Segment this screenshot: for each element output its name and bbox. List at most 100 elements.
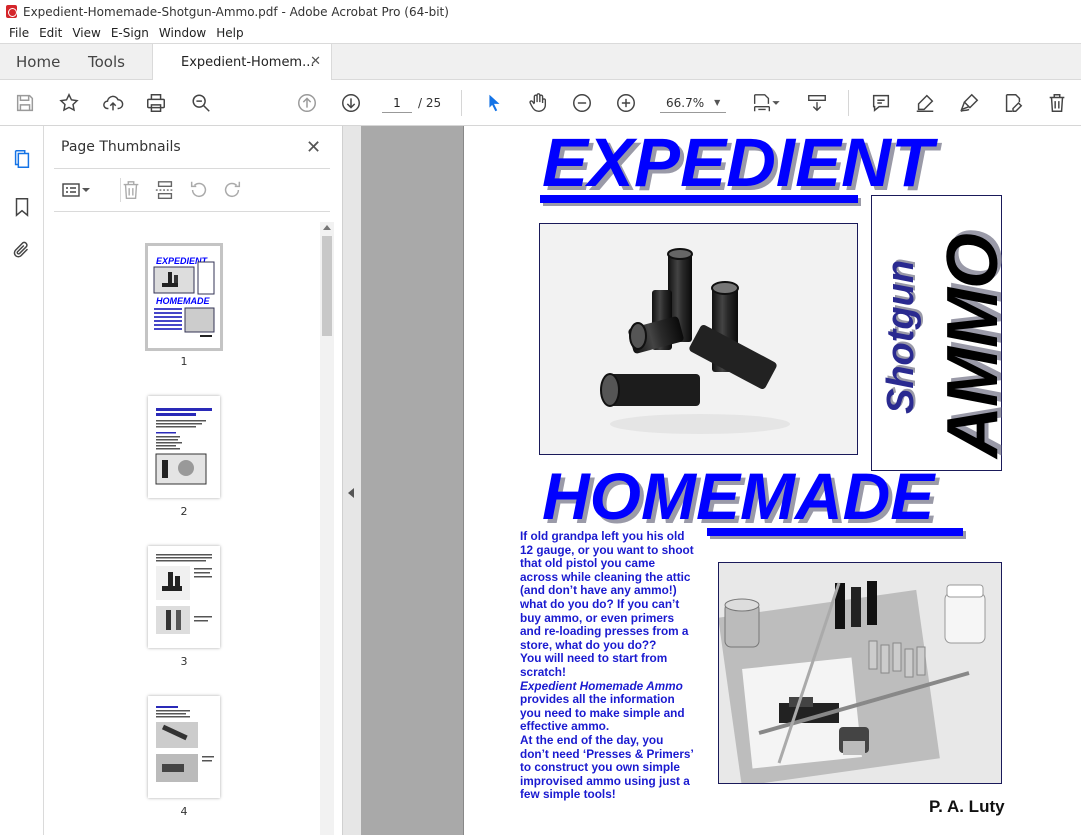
blurb-line: scratch! — [520, 664, 566, 679]
edit-form-icon[interactable] — [1001, 91, 1025, 115]
side-title-small: Shotgun — [880, 259, 922, 414]
cover-title-bottom: HOMEMADE — [542, 459, 935, 533]
menu-edit[interactable]: Edit — [34, 26, 67, 40]
blurb-line: 12 gauge, or you want to shoot — [520, 542, 694, 557]
delete-page-icon[interactable] — [120, 178, 142, 202]
blurb-line: At the end of the day, you — [520, 732, 664, 747]
cover-blurb: If old grandpa left you his old 12 gauge… — [520, 529, 710, 802]
panel-collapse-handle[interactable] — [343, 126, 361, 835]
print-icon[interactable] — [144, 91, 168, 115]
blurb-line: provides all the information — [520, 692, 675, 707]
cover-title-top: EXPEDIENT — [542, 126, 934, 201]
zoom-in-icon[interactable] — [614, 91, 638, 115]
page-thumbnail-4[interactable] — [148, 696, 220, 798]
highlight-pen-icon[interactable] — [913, 91, 937, 115]
next-page-icon[interactable] — [339, 91, 363, 115]
scroll-up-icon[interactable] — [323, 225, 331, 230]
bookmark-icon[interactable] — [11, 196, 33, 218]
acrobat-app-icon — [6, 5, 17, 18]
thumbnail-label-1: 1 — [180, 355, 188, 368]
tab-document-label: Expedient-Homem... — [181, 55, 315, 70]
previous-page-icon[interactable] — [295, 91, 319, 115]
blurb-line-italic: Expedient Homemade Ammo — [520, 678, 683, 693]
menu-window[interactable]: Window — [154, 26, 211, 40]
tab-home[interactable]: Home — [16, 44, 60, 80]
chevron-down-icon — [82, 188, 90, 192]
panel-divider — [54, 168, 330, 169]
sign-pen-icon[interactable] — [957, 91, 981, 115]
star-icon[interactable] — [57, 91, 81, 115]
comment-icon[interactable] — [869, 91, 893, 115]
blurb-line: that old pistol you came — [520, 556, 656, 571]
toolbar-divider — [848, 90, 849, 116]
blurb-line: and re-loading presses from a — [520, 624, 689, 639]
blurb-line: to construct you own simple — [520, 760, 680, 775]
page-fit-chevron-icon[interactable] — [770, 91, 782, 115]
thumbnail-label-2: 2 — [180, 505, 188, 518]
zoom-out-icon[interactable] — [570, 91, 594, 115]
page-thumbnail-2[interactable] — [148, 396, 220, 498]
page-thumbnails-panel: Page Thumbnails ✕ EXPEDIENT HOMEMADE 1 2… — [44, 126, 343, 835]
scrolling-mode-icon[interactable] — [805, 91, 829, 115]
menu-file[interactable]: File — [4, 26, 34, 40]
zoom-level-dropdown[interactable]: 66.7% ▼ — [660, 93, 726, 113]
title-underline — [540, 195, 858, 203]
zoom-level-value: 66.7% — [666, 95, 705, 110]
rotate-clockwise-icon[interactable] — [221, 178, 243, 202]
panel-divider — [54, 211, 330, 212]
select-cursor-icon[interactable] — [482, 91, 506, 115]
collapse-left-icon[interactable] — [348, 488, 354, 498]
menu-esign[interactable]: E-Sign — [106, 26, 154, 40]
tools-and-shells-photo — [718, 562, 1002, 784]
main-toolbar: / 25 66.7% ▼ — [0, 80, 1081, 126]
page-thumbnail-1[interactable]: EXPEDIENT HOMEMADE — [145, 243, 223, 351]
shotgun-shells-photo — [539, 223, 858, 455]
thumbnail-scrollbar[interactable] — [320, 222, 334, 835]
title-underline — [707, 528, 963, 536]
rotate-counterclockwise-icon[interactable] — [188, 178, 210, 202]
delete-trash-icon[interactable] — [1045, 91, 1069, 115]
author-name: P. A. Luty — [929, 797, 1005, 816]
panel-title: Page Thumbnails — [61, 139, 181, 155]
tab-bar: Home Tools Expedient-Homem... ✕ — [0, 43, 1081, 81]
close-panel-icon[interactable]: ✕ — [306, 137, 321, 158]
side-title-box: Shotgun AMMO — [871, 195, 1013, 471]
page-total: / 25 — [418, 96, 442, 110]
thumbnail-options-button[interactable] — [61, 178, 91, 202]
window-title: Expedient-Homemade-Shotgun-Ammo.pdf - Ad… — [23, 4, 449, 19]
toolbar-divider — [461, 90, 462, 116]
document-viewport[interactable]: EXPEDIENT Shotgun AMMO HOMEMADE If old g… — [361, 126, 1081, 835]
navigation-rail — [0, 126, 44, 835]
blurb-line: buy ammo, or even primers — [520, 610, 675, 625]
attachment-paperclip-icon[interactable] — [11, 240, 33, 262]
thumbnail-label-4: 4 — [180, 805, 188, 818]
side-title-big: AMMO — [933, 234, 1013, 458]
blurb-line: what do you do? If you can’t — [520, 596, 680, 611]
blurb-line: You will need to start from — [520, 651, 668, 666]
thumbnail-label-3: 3 — [180, 655, 188, 668]
find-zoom-icon[interactable] — [189, 91, 213, 115]
tab-document[interactable]: Expedient-Homem... ✕ — [152, 44, 332, 81]
upload-cloud-icon[interactable] — [101, 91, 125, 115]
page-thumbnail-3[interactable] — [148, 546, 220, 648]
options-menu-icon — [62, 183, 80, 197]
blurb-line: store, what do you do?? — [520, 637, 657, 652]
title-bar: Expedient-Homemade-Shotgun-Ammo.pdf - Ad… — [0, 0, 1081, 23]
chevron-down-icon: ▼ — [714, 98, 721, 107]
svg-text:HOMEMADE: HOMEMADE — [156, 296, 210, 306]
tab-tools[interactable]: Tools — [88, 44, 125, 80]
insert-page-icon[interactable] — [154, 178, 176, 202]
blurb-line: few simple tools! — [520, 787, 616, 802]
blurb-line: improvised ammo using just a — [520, 773, 690, 788]
menu-help[interactable]: Help — [211, 26, 248, 40]
close-tab-icon[interactable]: ✕ — [310, 54, 321, 69]
pdf-page-1: EXPEDIENT Shotgun AMMO HOMEMADE If old g… — [463, 126, 1081, 835]
page-number-input[interactable] — [382, 93, 412, 113]
blurb-line: If old grandpa left you his old — [520, 529, 685, 543]
save-icon[interactable] — [13, 91, 37, 115]
blurb-line: effective ammo. — [520, 719, 610, 734]
page-thumbnails-icon[interactable] — [11, 148, 33, 170]
menu-view[interactable]: View — [67, 26, 105, 40]
scrollbar-handle[interactable] — [322, 236, 332, 336]
hand-tool-icon[interactable] — [526, 91, 550, 115]
